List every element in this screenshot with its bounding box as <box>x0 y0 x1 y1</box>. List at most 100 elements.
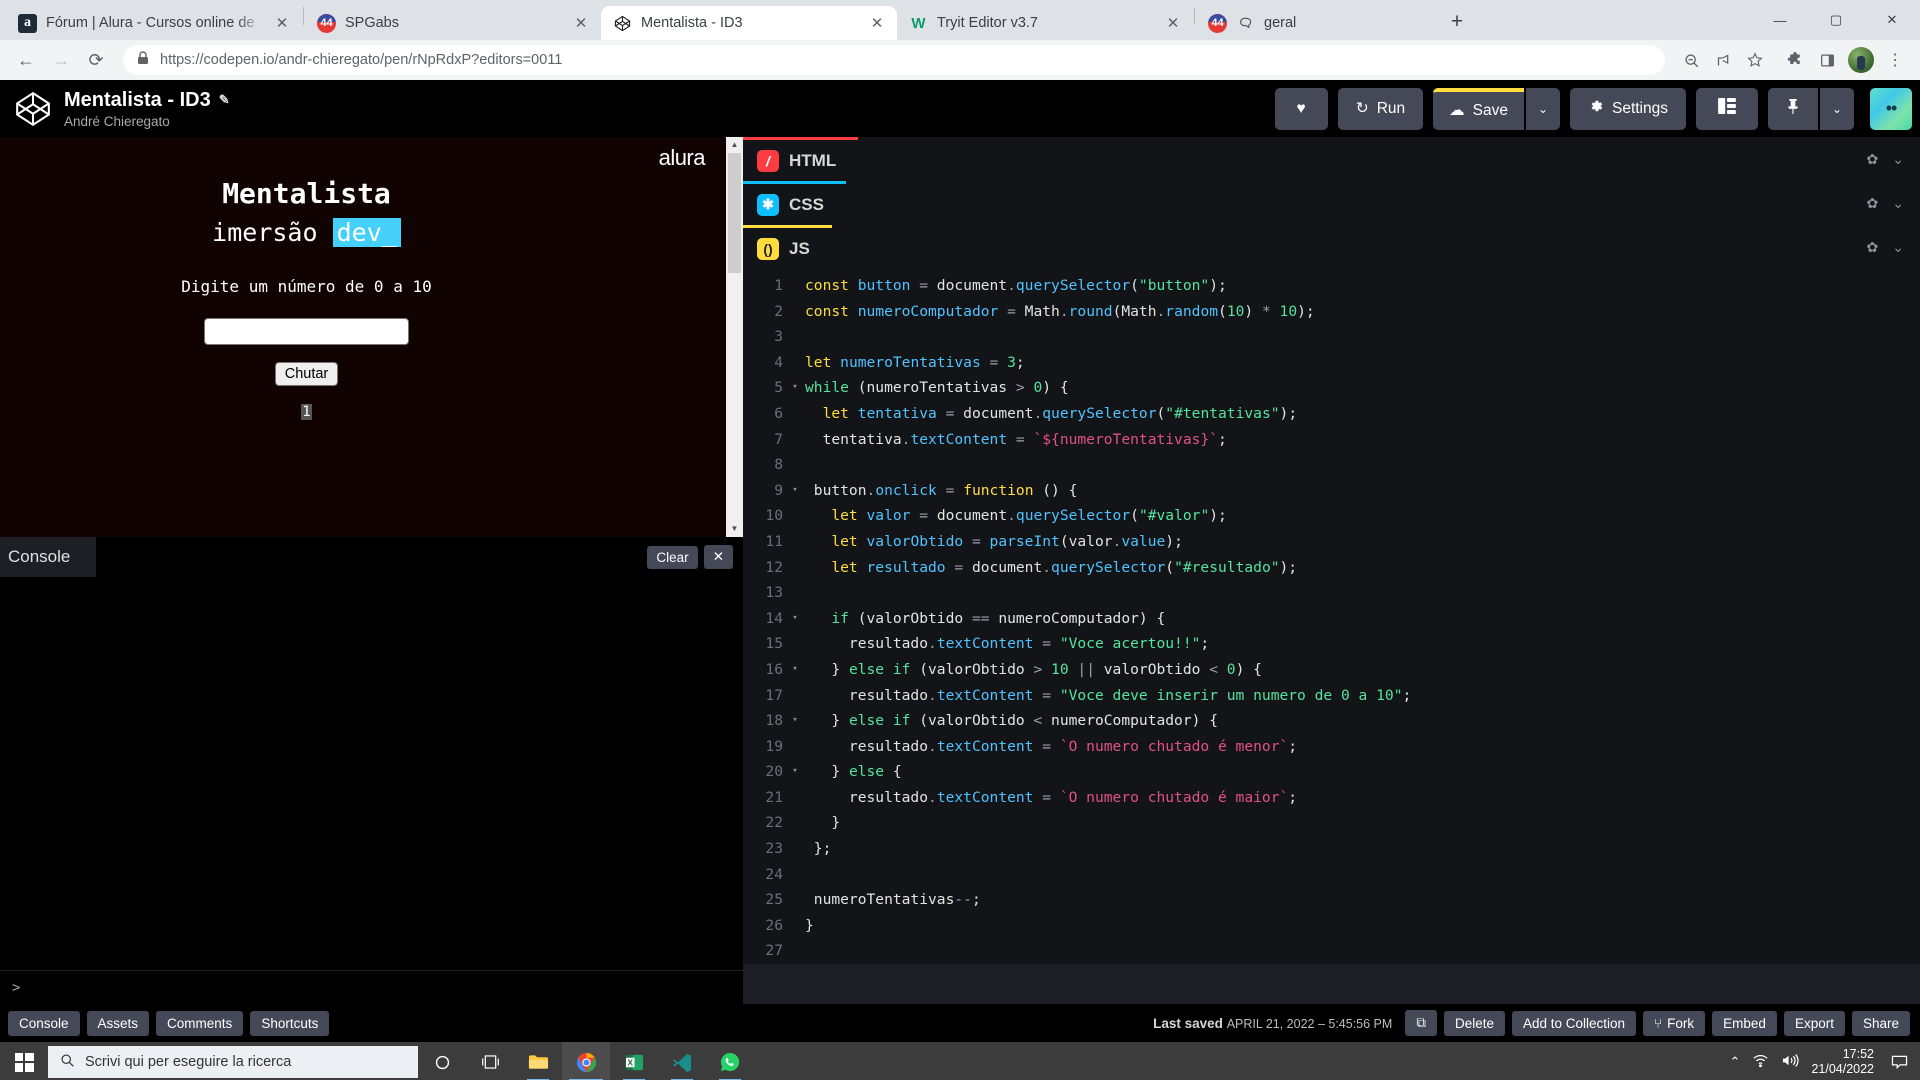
code-line[interactable]: 20 ▾ } else { <box>743 759 1920 785</box>
code-fold-icon[interactable] <box>789 836 801 862</box>
love-button[interactable]: ♥ <box>1274 87 1328 130</box>
code-line[interactable]: 17 resultado.textContent = "Voce deve in… <box>743 683 1920 709</box>
code-line[interactable]: 25 numeroTentativas--; <box>743 887 1920 913</box>
save-button[interactable]: ☁ Save <box>1433 87 1524 130</box>
code-line[interactable]: 8 <box>743 452 1920 478</box>
chevron-down-icon[interactable]: ⌄ <box>1892 239 1904 256</box>
tab-close-icon[interactable]: ✕ <box>571 13 591 33</box>
start-button[interactable] <box>0 1042 48 1080</box>
footer-button-delete[interactable]: Delete <box>1443 1010 1505 1036</box>
tab-close-icon[interactable]: ✕ <box>867 13 887 33</box>
gear-icon[interactable]: ✿ <box>1867 195 1879 212</box>
code-line[interactable]: 26} <box>743 913 1920 939</box>
code-line[interactable]: 3 <box>743 324 1920 350</box>
footer-button-comments[interactable]: Comments <box>156 1010 244 1036</box>
code-line[interactable]: 11 let valorObtido = parseInt(valor.valu… <box>743 529 1920 555</box>
code-line[interactable]: 1 const button = document.querySelector("… <box>743 273 1920 299</box>
browser-tab-1[interactable]: 44 SPGabs ✕ <box>305 6 601 40</box>
tab-close-icon[interactable]: ✕ <box>1163 13 1183 33</box>
vscode-icon[interactable] <box>658 1042 706 1080</box>
code-line[interactable]: 18 ▾ } else if (valorObtido < numeroCompu… <box>743 708 1920 734</box>
task-view-icon[interactable] <box>466 1042 514 1080</box>
code-line[interactable]: 24 <box>743 862 1920 888</box>
code-fold-icon[interactable] <box>789 683 801 709</box>
share-icon[interactable] <box>1708 45 1738 75</box>
code-fold-icon[interactable]: ▾ <box>789 759 801 785</box>
wifi-icon[interactable] <box>1752 1053 1769 1072</box>
zoom-out-icon[interactable] <box>1676 45 1706 75</box>
code-line[interactable]: 21 resultado.textContent = `O numero chu… <box>743 785 1920 811</box>
address-bar[interactable]: https://codepen.io/andr-chieregato/pen/r… <box>123 45 1665 75</box>
footer-button-export[interactable]: Export <box>1783 1010 1845 1036</box>
footer-button-add-to-collection[interactable]: Add to Collection <box>1511 1010 1637 1036</box>
taskbar-search-box[interactable]: Scrivi qui per eseguire la ricerca <box>48 1046 418 1078</box>
bookmark-star-icon[interactable] <box>1740 45 1770 75</box>
tab-js[interactable]: () JS <box>743 225 832 269</box>
code-fold-icon[interactable] <box>789 299 801 325</box>
chrome-icon[interactable] <box>562 1042 610 1080</box>
code-fold-icon[interactable] <box>789 324 801 350</box>
code-fold-icon[interactable] <box>789 503 801 529</box>
console-input-row[interactable]: > <box>0 970 743 1004</box>
open-new-window-button[interactable]: ⧉ <box>1405 1010 1437 1036</box>
code-line[interactable]: 13 <box>743 580 1920 606</box>
footer-button-fork[interactable]: ⑂ Fork <box>1643 1010 1706 1036</box>
code-line[interactable]: 2 const numeroComputador = Math.round(Mat… <box>743 299 1920 325</box>
chrome-menu-icon[interactable]: ⋮ <box>1880 45 1910 75</box>
layout-button[interactable] <box>1696 87 1758 130</box>
volume-icon[interactable] <box>1781 1053 1799 1072</box>
code-fold-icon[interactable] <box>789 631 801 657</box>
footer-button-share[interactable]: Share <box>1851 1010 1910 1036</box>
pen-author[interactable]: André Chieregato <box>64 114 230 129</box>
edit-pencil-icon[interactable]: ✎ <box>219 92 230 108</box>
tab-css[interactable]: ✱ CSS <box>743 181 846 225</box>
settings-button[interactable]: Settings <box>1569 87 1686 130</box>
back-icon[interactable]: ← <box>10 44 42 76</box>
code-line[interactable]: 16 ▾ } else if (valorObtido > 10 || valor… <box>743 657 1920 683</box>
js-code-editor[interactable]: 1 const button = document.querySelector("… <box>743 269 1920 965</box>
reload-icon[interactable]: ⟳ <box>80 44 112 76</box>
code-fold-icon[interactable] <box>789 887 801 913</box>
pin-button[interactable] <box>1768 87 1818 130</box>
footer-button-shortcuts[interactable]: Shortcuts <box>250 1010 330 1036</box>
code-line[interactable]: 5 ▾ while (numeroTentativas > 0) { <box>743 375 1920 401</box>
chevron-down-icon[interactable]: ⌄ <box>1892 195 1904 212</box>
code-fold-icon[interactable]: ▾ <box>789 375 801 401</box>
code-line[interactable]: 14 ▾ if (valorObtido == numeroComputador)… <box>743 606 1920 632</box>
run-button[interactable]: ↻ Run <box>1337 87 1424 130</box>
scroll-up-icon[interactable]: ▲ <box>731 137 739 153</box>
code-fold-icon[interactable] <box>789 913 801 939</box>
code-line[interactable]: 27 <box>743 938 1920 964</box>
code-fold-icon[interactable] <box>789 273 801 299</box>
browser-tab-0[interactable]: a Fórum | Alura - Cursos online de ✕ <box>6 6 302 40</box>
code-fold-icon[interactable] <box>789 862 801 888</box>
profile-avatar[interactable] <box>1848 47 1874 73</box>
footer-button-console[interactable]: Console <box>8 1010 80 1036</box>
code-line[interactable]: 6 let tentativa = document.querySelector… <box>743 401 1920 427</box>
code-fold-icon[interactable]: ▾ <box>789 657 801 683</box>
user-avatar[interactable]: •• <box>1870 87 1912 130</box>
chevron-down-icon[interactable]: ⌄ <box>1892 151 1904 168</box>
code-fold-icon[interactable] <box>789 938 801 964</box>
pin-dropdown-button[interactable]: ⌄ <box>1820 87 1854 130</box>
code-fold-icon[interactable] <box>789 734 801 760</box>
footer-button-assets[interactable]: Assets <box>86 1010 150 1036</box>
footer-button-embed[interactable]: Embed <box>1712 1010 1777 1036</box>
cortana-icon[interactable] <box>418 1042 466 1080</box>
code-fold-icon[interactable] <box>789 555 801 581</box>
window-maximize-button[interactable]: ▢ <box>1808 0 1864 40</box>
gear-icon[interactable]: ✿ <box>1867 239 1879 256</box>
console-close-button[interactable]: ✕ <box>703 545 733 569</box>
code-line[interactable]: 7 tentativa.textContent = `${numeroTenta… <box>743 427 1920 453</box>
scroll-down-icon[interactable]: ▼ <box>731 521 739 537</box>
browser-tab-2-active[interactable]: Mentalista - ID3 ✕ <box>601 6 897 40</box>
console-tab[interactable]: Console <box>0 537 96 577</box>
code-fold-icon[interactable] <box>789 452 801 478</box>
code-line[interactable]: 23 }; <box>743 836 1920 862</box>
tab-html[interactable]: / HTML <box>743 137 859 181</box>
guess-input[interactable] <box>204 318 409 345</box>
whatsapp-icon[interactable] <box>706 1042 754 1080</box>
code-fold-icon[interactable] <box>789 427 801 453</box>
code-line[interactable]: 22 } <box>743 810 1920 836</box>
code-fold-icon[interactable]: ▾ <box>789 478 801 504</box>
